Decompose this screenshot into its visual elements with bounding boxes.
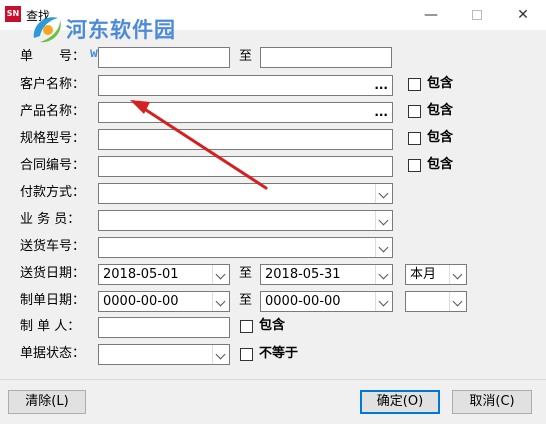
maximize-icon xyxy=(472,10,482,20)
make-date-to[interactable]: 0000-00-00 xyxy=(260,291,393,312)
salesman-select[interactable] xyxy=(98,210,393,231)
customer-label: 客户名称： xyxy=(20,77,86,92)
app-icon: SN xyxy=(5,6,21,22)
cancel-button[interactable]: 取消(C) xyxy=(452,390,532,414)
spec-input[interactable] xyxy=(98,129,393,150)
divider xyxy=(0,379,546,380)
window-title: 查找 xyxy=(26,9,51,23)
customer-contains-checkbox[interactable] xyxy=(408,78,421,91)
number-label: 单 号： xyxy=(20,49,86,64)
chevron-down-icon[interactable] xyxy=(449,265,466,284)
contract-label: 合同编号： xyxy=(20,158,86,173)
title-bar: SN 查找 — ✕ xyxy=(0,0,546,30)
close-button[interactable]: ✕ xyxy=(500,0,546,30)
maker-label: 制 单 人： xyxy=(20,319,81,334)
vehicle-label: 送货车号： xyxy=(20,239,86,254)
delivery-date-to-label: 至 xyxy=(239,266,253,281)
status-select[interactable] xyxy=(98,344,230,365)
chevron-down-icon[interactable] xyxy=(212,345,229,364)
number-from-input[interactable] xyxy=(98,47,230,68)
status-not-equal-checkbox[interactable] xyxy=(240,348,253,361)
minimize-button[interactable]: — xyxy=(408,0,454,30)
customer-picker-button[interactable]: ... xyxy=(374,76,388,94)
maker-contains-label: 包含 xyxy=(259,318,286,333)
chevron-down-icon[interactable] xyxy=(375,292,392,311)
number-to-input[interactable] xyxy=(260,47,392,68)
make-date-from[interactable]: 0000-00-00 xyxy=(98,291,230,312)
spec-contains-label: 包含 xyxy=(427,130,454,145)
chevron-down-icon[interactable] xyxy=(212,265,229,284)
salesman-label: 业 务 员： xyxy=(20,212,81,227)
maximize-button[interactable] xyxy=(454,0,500,30)
product-contains-label: 包含 xyxy=(427,103,454,118)
vehicle-select[interactable] xyxy=(98,237,393,258)
contract-contains-checkbox[interactable] xyxy=(408,159,421,172)
product-label: 产品名称： xyxy=(20,104,86,119)
number-to-label: 至 xyxy=(239,49,253,64)
contract-contains-label: 包含 xyxy=(427,157,454,172)
customer-input[interactable]: ... xyxy=(98,75,393,96)
status-label: 单据状态： xyxy=(20,346,86,361)
product-picker-button[interactable]: ... xyxy=(374,103,388,121)
make-period-select[interactable] xyxy=(405,291,467,312)
payment-select[interactable] xyxy=(98,183,393,204)
clear-button[interactable]: 清除(L) xyxy=(8,390,86,414)
maker-input[interactable] xyxy=(98,317,230,338)
delivery-period-select[interactable]: 本月 xyxy=(405,264,467,285)
delivery-date-from[interactable]: 2018-05-01 xyxy=(98,264,230,285)
chevron-down-icon[interactable] xyxy=(212,292,229,311)
payment-label: 付款方式： xyxy=(20,185,86,200)
ok-button[interactable]: 确定(O) xyxy=(360,390,440,414)
chevron-down-icon[interactable] xyxy=(375,211,392,230)
chevron-down-icon[interactable] xyxy=(375,265,392,284)
spec-contains-checkbox[interactable] xyxy=(408,132,421,145)
make-date-to-label: 至 xyxy=(239,293,253,308)
status-not-equal-label: 不等于 xyxy=(259,346,299,361)
delivery-date-to[interactable]: 2018-05-31 xyxy=(260,264,393,285)
delivery-date-label: 送货日期： xyxy=(20,266,86,281)
product-contains-checkbox[interactable] xyxy=(408,105,421,118)
contract-input[interactable] xyxy=(98,156,393,177)
maker-contains-checkbox[interactable] xyxy=(240,320,253,333)
make-date-label: 制单日期： xyxy=(20,293,86,308)
chevron-down-icon[interactable] xyxy=(375,184,392,203)
chevron-down-icon[interactable] xyxy=(375,238,392,257)
spec-label: 规格型号： xyxy=(20,131,86,146)
product-input[interactable]: ... xyxy=(98,102,393,123)
customer-contains-label: 包含 xyxy=(427,76,454,91)
chevron-down-icon[interactable] xyxy=(449,292,466,311)
